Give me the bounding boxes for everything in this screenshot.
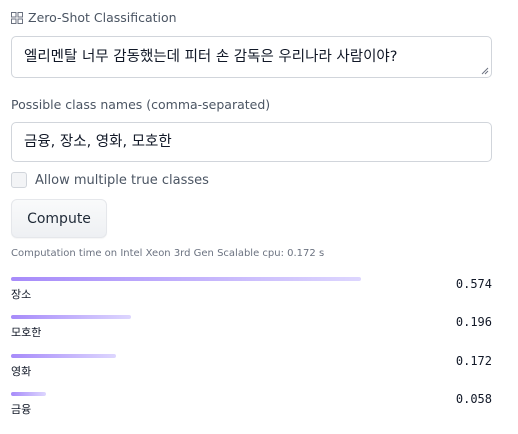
result-label: 금융 xyxy=(11,403,32,416)
multi-class-row[interactable]: Allow multiple true classes xyxy=(11,172,209,188)
result-row: 모호한 0.196 xyxy=(11,315,492,345)
class-names-label: Possible class names (comma-separated) xyxy=(11,97,271,112)
result-row: 영화 0.172 xyxy=(11,354,492,384)
result-row: 장소 0.574 xyxy=(11,277,492,307)
result-label: 장소 xyxy=(11,288,32,301)
result-score: 0.058 xyxy=(455,392,492,406)
score-bar xyxy=(11,277,361,281)
multi-class-checkbox[interactable] xyxy=(11,172,27,188)
result-score: 0.196 xyxy=(455,315,492,329)
compute-button[interactable]: Compute xyxy=(11,199,107,238)
input-text-value: 엘리멘탈 너무 감동했는데 피터 손 감독은 우리나라 사람이야? xyxy=(24,49,398,65)
app-header: Zero-Shot Classification xyxy=(11,10,177,25)
input-text-area[interactable]: 엘리멘탈 너무 감동했는데 피터 손 감독은 우리나라 사람이야? xyxy=(11,36,492,78)
computation-time: Computation time on Intel Xeon 3rd Gen S… xyxy=(11,248,325,259)
resize-handle-icon[interactable] xyxy=(481,67,489,75)
result-label: 영화 xyxy=(11,365,32,378)
score-bar xyxy=(11,354,116,358)
class-names-input[interactable]: 금융, 장소, 영화, 모호한 xyxy=(11,122,492,162)
result-label: 모호한 xyxy=(11,326,42,339)
result-row: 금융 0.058 xyxy=(11,392,492,422)
multi-class-label: Allow multiple true classes xyxy=(35,172,209,188)
score-bar xyxy=(11,392,46,396)
result-score: 0.172 xyxy=(455,354,492,368)
result-score: 0.574 xyxy=(455,277,492,291)
widget-icon xyxy=(11,11,23,24)
class-names-value: 금융, 장소, 영화, 모호한 xyxy=(24,134,172,150)
score-bar xyxy=(11,315,131,319)
app-title: Zero-Shot Classification xyxy=(28,10,177,25)
